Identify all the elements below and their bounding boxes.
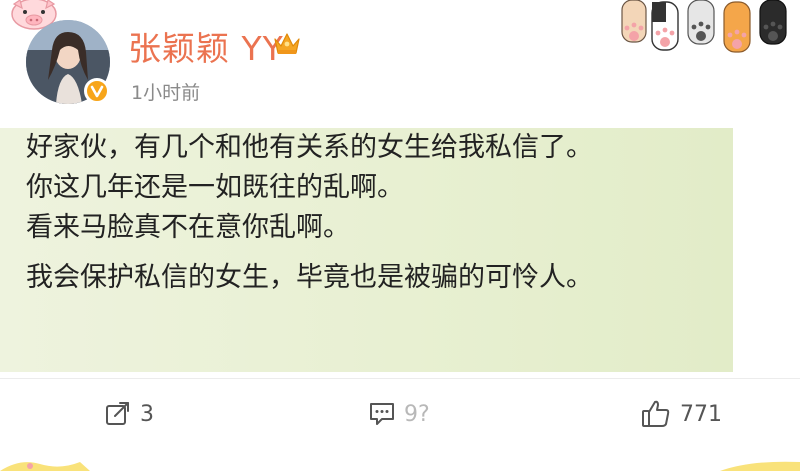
thumbs-up-icon: [642, 400, 670, 427]
post-text-line-3: 看来马脸真不在意你乱啊。: [26, 212, 350, 243]
username[interactable]: 张颖颖 YY: [128, 22, 284, 70]
bottom-sticker-left-icon: [0, 462, 90, 471]
action-divider: [0, 378, 800, 379]
like-button[interactable]: 771: [640, 396, 722, 432]
weibo-post-card: 张颖颖 YY 1小时前 好家伙，有几个和他有关系的女生给我私信了。 你这几年还是…: [0, 0, 800, 471]
repost-count: 3: [140, 401, 154, 427]
user-avatar[interactable]: [26, 20, 110, 104]
post-text-line-4: 我会保护私信的女生，毕竟也是被骗的可怜人。: [26, 262, 593, 293]
repost-icon: [106, 402, 129, 425]
comment-icon: [370, 403, 394, 425]
comment-button[interactable]: 9?: [368, 396, 430, 432]
verified-v-icon: [84, 78, 110, 104]
cat-paws-decoration-icon: [621, 0, 787, 53]
post-timestamp: 1小时前: [131, 82, 201, 104]
bottom-sticker-right-icon: [720, 461, 800, 471]
like-count: 771: [680, 401, 722, 427]
bottom-decoration: [0, 452, 800, 471]
comment-count: 9?: [404, 401, 430, 427]
repost-button[interactable]: 3: [104, 396, 154, 432]
post-text-line-2: 你这几年还是一如既往的乱啊。: [26, 172, 404, 203]
member-crown-icon[interactable]: [272, 28, 302, 58]
post-text-line-1: 好家伙，有几个和他有关系的女生给我私信了。: [26, 132, 593, 163]
post-content: 好家伙，有几个和他有关系的女生给我私信了。 你这几年还是一如既往的乱啊。 看来马…: [26, 128, 726, 298]
